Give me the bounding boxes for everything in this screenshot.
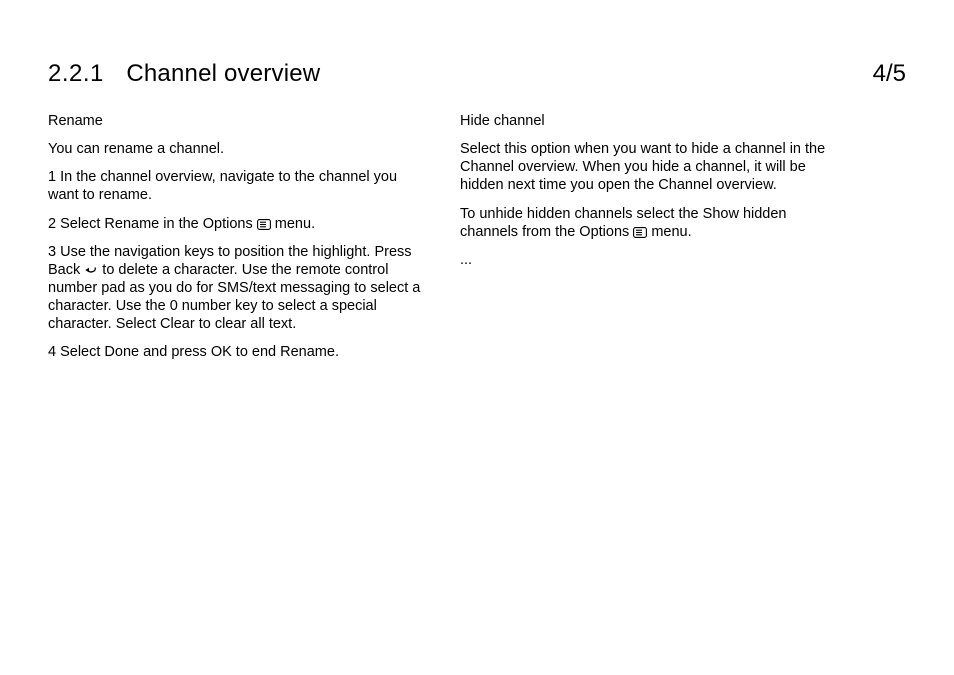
rename-step-4: 4 Select Done and press OK to end Rename… bbox=[48, 343, 428, 361]
back-icon bbox=[84, 265, 98, 276]
unhide-text-after: menu. bbox=[647, 224, 691, 240]
rename-step-2-text-before: 2 Select Rename in the Options bbox=[48, 216, 257, 232]
content-columns: Rename You can rename a channel. 1 In th… bbox=[48, 112, 906, 371]
page: 2.2.1 Channel overview 4/5 Rename You ca… bbox=[0, 0, 954, 675]
page-header: 2.2.1 Channel overview 4/5 bbox=[48, 60, 906, 88]
unhide-text-before: To unhide hidden channels select the Sho… bbox=[460, 206, 787, 240]
options-menu-icon bbox=[633, 227, 647, 238]
rename-step-3-text-after: to delete a character. Use the remote co… bbox=[48, 262, 420, 332]
hide-channel-heading: Hide channel bbox=[460, 112, 840, 130]
rename-step-3: 3 Use the navigation keys to position th… bbox=[48, 243, 428, 334]
rename-heading: Rename bbox=[48, 112, 428, 130]
section-number: 2.2.1 bbox=[48, 60, 104, 87]
rename-step-2: 2 Select Rename in the Options menu. bbox=[48, 215, 428, 233]
page-indicator: 4/5 bbox=[873, 60, 906, 88]
section-title: Channel overview bbox=[126, 60, 320, 87]
header-left: 2.2.1 Channel overview bbox=[48, 60, 320, 88]
rename-step-2-text-after: menu. bbox=[271, 216, 315, 232]
left-column: Rename You can rename a channel. 1 In th… bbox=[48, 112, 428, 371]
hide-channel-description: Select this option when you want to hide… bbox=[460, 140, 840, 194]
ellipsis: ... bbox=[460, 251, 840, 269]
rename-intro: You can rename a channel. bbox=[48, 140, 428, 158]
rename-step-1: 1 In the channel overview, navigate to t… bbox=[48, 168, 428, 204]
options-menu-icon bbox=[257, 219, 271, 230]
right-column: Hide channel Select this option when you… bbox=[460, 112, 840, 371]
unhide-instruction: To unhide hidden channels select the Sho… bbox=[460, 205, 840, 241]
